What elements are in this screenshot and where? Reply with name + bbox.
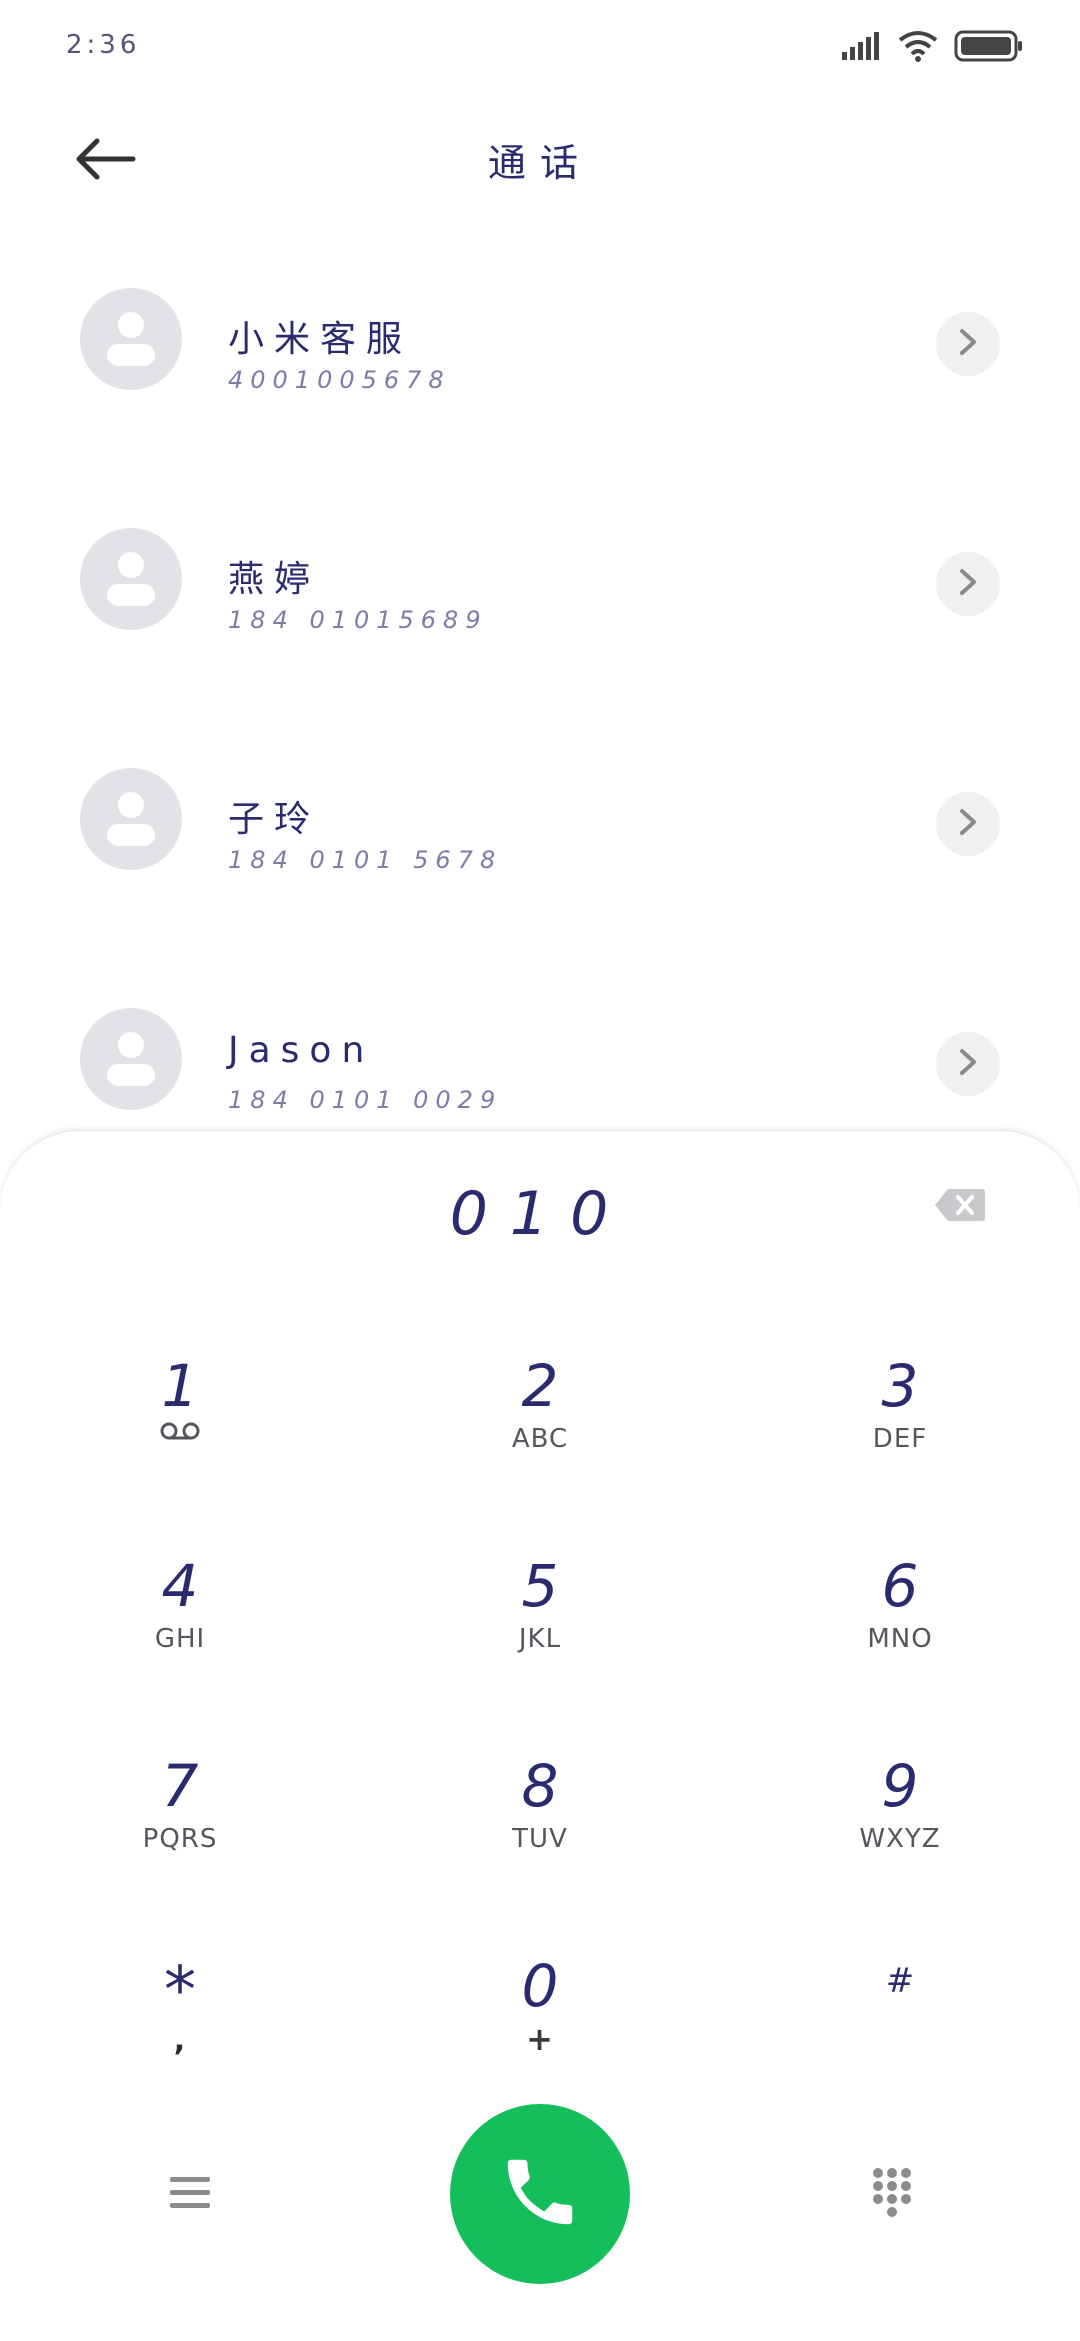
dialpad-toggle-button[interactable] — [852, 2156, 932, 2236]
contact-detail-button[interactable] — [936, 552, 1000, 616]
key-letters: GHI — [154, 1624, 206, 1654]
key-digit: 7 — [161, 1752, 199, 1820]
key-4[interactable]: 4 GHI — [30, 1551, 330, 1731]
menu-icon — [168, 2173, 212, 2217]
key-letters: + — [526, 2020, 554, 2058]
header: 通话 — [0, 110, 1080, 210]
call-button[interactable] — [450, 2104, 630, 2284]
key-1[interactable]: 1 — [30, 1351, 330, 1531]
contact-row[interactable]: 子玲 184 0101 5678 — [0, 720, 1080, 920]
contact-number: 184 0101 0029 — [228, 1086, 503, 1114]
status-time: 2:36 — [66, 30, 141, 60]
avatar — [80, 1008, 182, 1110]
voicemail-icon — [30, 1421, 330, 1445]
key-digit: 4 — [161, 1552, 199, 1620]
status-bar: 2:36 — [0, 0, 1080, 96]
key-digit: 1 — [161, 1352, 199, 1420]
key-7[interactable]: 7 PQRS — [30, 1751, 330, 1931]
bottom-bar — [0, 2100, 1080, 2284]
key-6[interactable]: 6 MNO — [750, 1551, 1050, 1731]
key-letters: TUV — [512, 1824, 568, 1854]
key-2[interactable]: 2 ABC — [390, 1351, 690, 1531]
signal-icon — [842, 32, 882, 64]
dial-input[interactable]: 010 — [0, 1179, 1080, 1249]
backspace-icon — [934, 1189, 986, 1227]
contact-number: 4001005678 — [228, 366, 451, 394]
page-title: 通话 — [487, 141, 592, 185]
key-digit: 3 — [881, 1352, 919, 1420]
status-icons — [842, 28, 1024, 68]
dialpad-icon — [870, 2167, 914, 2225]
key-3[interactable]: 3 DEF — [750, 1351, 1050, 1531]
contact-row[interactable]: 小米客服 4001005678 — [0, 240, 1080, 440]
key-digit: 9 — [881, 1752, 919, 1820]
key-digit: 8 — [521, 1752, 559, 1820]
key-digit: 6 — [881, 1552, 919, 1620]
backspace-button[interactable] — [934, 1187, 986, 1231]
chevron-right-icon — [956, 1048, 980, 1080]
key-digit: # — [885, 1961, 915, 2001]
chevron-right-icon — [956, 568, 980, 600]
key-digit: 0 — [521, 1952, 559, 2020]
avatar — [80, 768, 182, 870]
contact-number: 184 0101 5678 — [228, 846, 503, 874]
key-letters: DEF — [872, 1424, 928, 1454]
key-letters: PQRS — [142, 1824, 218, 1854]
key-letters: ABC — [511, 1424, 569, 1454]
battery-icon — [954, 30, 1024, 66]
contact-row[interactable]: 燕婷 184 01015689 — [0, 480, 1080, 680]
contact-detail-button[interactable] — [936, 312, 1000, 376]
contact-name: 小米客服 — [228, 319, 413, 360]
contact-detail-button[interactable] — [936, 792, 1000, 856]
key-letters: JKL — [518, 1624, 562, 1654]
key-8[interactable]: 8 TUV — [390, 1751, 690, 1931]
contact-name: 燕婷 — [228, 559, 321, 600]
contact-name: Jason — [228, 1030, 375, 1071]
key-digit: 5 — [521, 1552, 559, 1620]
contact-number: 184 01015689 — [228, 606, 488, 634]
key-letters: , — [173, 2023, 187, 2058]
contact-name: 子玲 — [228, 799, 321, 840]
key-letters: WXYZ — [859, 1824, 941, 1854]
phone-icon — [497, 2149, 583, 2239]
key-5[interactable]: 5 JKL — [390, 1551, 690, 1731]
contact-detail-button[interactable] — [936, 1032, 1000, 1096]
key-letters: MNO — [867, 1624, 933, 1654]
chevron-right-icon — [956, 808, 980, 840]
menu-button[interactable] — [150, 2160, 230, 2230]
avatar — [80, 288, 182, 390]
key-digit: 2 — [521, 1352, 559, 1420]
wifi-icon — [898, 30, 938, 66]
key-9[interactable]: 9 WXYZ — [750, 1751, 1050, 1931]
chevron-right-icon — [956, 328, 980, 360]
key-digit: * — [164, 1954, 196, 2028]
avatar — [80, 528, 182, 630]
